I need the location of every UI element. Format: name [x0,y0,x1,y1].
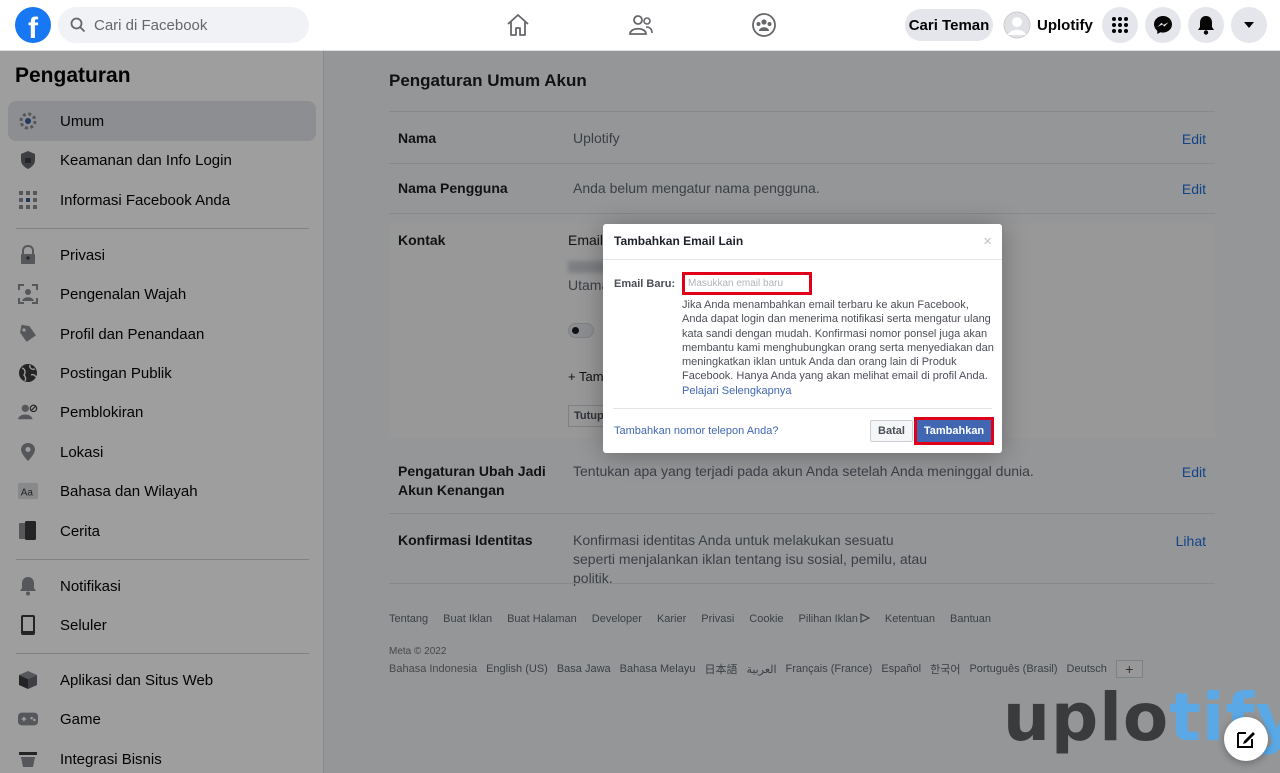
bell-icon [1198,16,1214,35]
edit-icon [1237,732,1255,748]
menu-button[interactable] [1102,7,1138,43]
account-menu-button[interactable] [1231,7,1267,43]
friends-icon[interactable] [628,12,654,38]
notifications-button[interactable] [1188,7,1224,43]
description-text: Jika Anda menambahkan email terbaru ke a… [682,299,994,383]
dialog-description: Jika Anda menambahkan email terbaru ke a… [682,298,994,398]
facebook-logo[interactable]: f [15,7,51,43]
messenger-button[interactable] [1145,7,1181,43]
caret-down-icon [1244,22,1254,28]
grid-menu-icon [1112,17,1128,33]
search-icon [70,17,86,33]
close-icon[interactable]: × [983,233,992,250]
dialog-title: Tambahkan Email Lain [614,234,744,248]
add-email-dialog: Tambahkan Email Lain × Email Baru: Masuk… [603,224,1002,453]
add-button[interactable]: Tambahkan [914,417,994,445]
groups-icon[interactable] [751,12,777,38]
find-friends-button[interactable]: Cari Teman [905,9,993,41]
messenger-icon [1154,16,1172,34]
email-field[interactable]: Masukkan email baru [682,272,812,295]
search-placeholder: Cari di Facebook [94,16,208,34]
find-friends-label: Cari Teman [908,16,990,34]
dialog-divider [603,259,1002,260]
cancel-button[interactable]: Batal [870,420,913,442]
learn-more-link[interactable]: Pelajari Selengkapnya [682,385,791,397]
profile-button[interactable]: Uplotify [1000,9,1096,41]
home-icon[interactable] [505,12,531,38]
new-message-button[interactable] [1224,717,1268,761]
top-bar: f Cari di Facebook Cari Teman Uplotify [0,0,1280,51]
dialog-divider [613,408,992,409]
search-input[interactable]: Cari di Facebook [58,7,309,43]
watermark-part: uplo [1003,679,1170,756]
add-phone-link[interactable]: Tambahkan nomor telepon Anda? [614,425,779,437]
email-label: Email Baru: [614,278,676,290]
avatar [1003,11,1031,39]
profile-name: Uplotify [1037,16,1093,34]
